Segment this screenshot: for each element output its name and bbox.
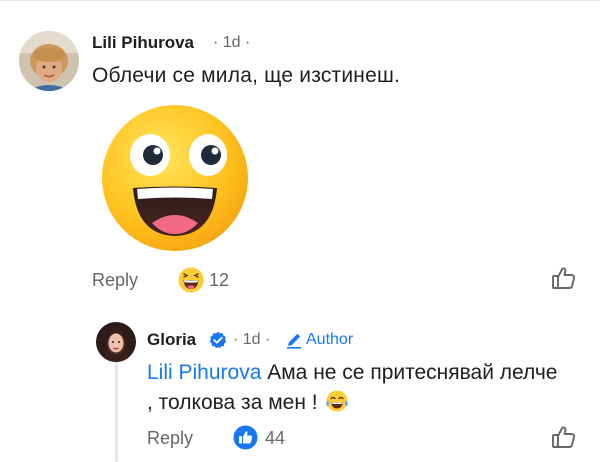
tears-of-joy-emoji-icon (325, 389, 349, 413)
reply-button[interactable]: Reply (92, 270, 138, 291)
mention-link[interactable]: Lili Pihurova (147, 361, 261, 384)
thumbs-up-icon[interactable] (551, 265, 577, 291)
reply-button[interactable]: Reply (147, 428, 193, 449)
comment-text: Облечи се мила, ще изстинеш. (92, 64, 401, 87)
reply-text: Lili Pihurova Ама не се притеснявай лелч… (147, 358, 567, 418)
avatar[interactable] (96, 322, 136, 362)
avatar[interactable] (19, 31, 79, 91)
thumbs-up-reaction-icon[interactable] (233, 425, 258, 450)
reply-time[interactable]: · 1d · (233, 331, 270, 349)
reply-thread-line (115, 355, 118, 462)
reaction-count[interactable]: 12 (209, 270, 229, 291)
comment-time[interactable]: · 1d · (213, 34, 250, 52)
laughing-face-icon[interactable] (178, 267, 204, 293)
grinning-face-sticker (100, 103, 250, 253)
comment-author[interactable]: Lili Pihurova (92, 33, 194, 53)
thumbs-up-icon[interactable] (551, 424, 577, 450)
reaction-count[interactable]: 44 (265, 428, 285, 449)
author-badge: Author (306, 331, 354, 348)
reply-author[interactable]: Gloria (147, 330, 196, 350)
pencil-icon (285, 331, 303, 349)
verified-badge-icon (209, 331, 227, 349)
divider (0, 0, 600, 1)
